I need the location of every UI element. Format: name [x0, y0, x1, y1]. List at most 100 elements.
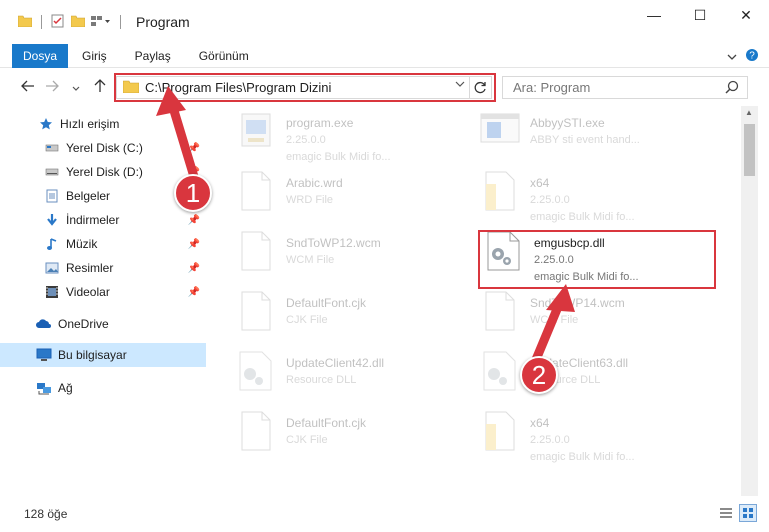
- back-arrow-icon[interactable]: [16, 79, 40, 95]
- sidebar-item-label: Resimler: [66, 261, 114, 275]
- blank-file-icon: [234, 170, 278, 220]
- file-type: Resource DLL: [286, 374, 357, 386]
- pin-icon[interactable]: 📌: [188, 263, 200, 274]
- file-name: DefaultFont.cjk: [286, 296, 367, 310]
- drive-icon: [44, 140, 60, 156]
- tab-share[interactable]: Paylaş: [121, 49, 185, 63]
- cloud-icon: [36, 316, 52, 332]
- close-button[interactable]: ✕: [723, 0, 769, 30]
- minimize-button[interactable]: —: [631, 0, 677, 30]
- pin-icon[interactable]: 📌: [188, 215, 200, 226]
- file-name: DefaultFont.cjk: [286, 416, 367, 430]
- sidebar-item-quick-access[interactable]: Hızlı erişim: [0, 112, 206, 136]
- file-name: AbbyySTI.exe: [530, 116, 605, 130]
- sidebar-item-label: Ağ: [58, 381, 73, 395]
- tiles-view-icon[interactable]: [739, 504, 757, 522]
- pin-icon[interactable]: 📌: [188, 287, 200, 298]
- scroll-up-icon[interactable]: ▲: [745, 108, 753, 117]
- file-name: SndToWP12.wcm: [286, 236, 381, 250]
- divider: [41, 15, 42, 29]
- pin-icon[interactable]: 📌: [188, 239, 200, 250]
- step-marker-2: 2: [520, 356, 558, 394]
- sidebar-item-label: Belgeler: [66, 189, 111, 203]
- file-version: 2.25.0.0: [286, 134, 326, 146]
- recent-locations-icon[interactable]: [64, 79, 88, 95]
- computer-icon: [36, 347, 52, 363]
- documents-icon: [44, 188, 60, 204]
- file-item[interactable]: SndToWP12.wcm WCM File: [234, 230, 474, 286]
- file-description: emagic Bulk Midi fo...: [286, 151, 391, 163]
- file-type: ABBY sti event hand...: [530, 134, 640, 146]
- file-item[interactable]: UpdateClient42.dll Resource DLL: [234, 350, 474, 406]
- expand-ribbon-icon[interactable]: [727, 50, 737, 64]
- new-folder-icon[interactable]: [70, 15, 86, 30]
- navigation-pane: Hızlı erişim Yerel Disk (C:) 📌 Yerel Dis…: [0, 106, 206, 496]
- customize-toolbar-icon[interactable]: [91, 15, 111, 30]
- sidebar-item-onedrive[interactable]: OneDrive: [0, 312, 206, 336]
- file-list: program.exe 2.25.0.0 emagic Bulk Midi fo…: [206, 106, 741, 496]
- status-bar: 128 öğe: [0, 496, 769, 532]
- folder-file-icon: [478, 170, 522, 220]
- file-item[interactable]: DefaultFont.cjk CJK File: [234, 410, 474, 466]
- file-item[interactable]: x64 2.25.0.0 emagic Bulk Midi fo...: [478, 170, 718, 226]
- exe-window-icon: [478, 110, 522, 160]
- file-item[interactable]: program.exe 2.25.0.0 emagic Bulk Midi fo…: [234, 110, 474, 166]
- file-highlight: [478, 230, 716, 289]
- file-name: Arabic.wrd: [286, 176, 343, 190]
- tab-view[interactable]: Görünüm: [185, 49, 263, 63]
- search-box[interactable]: [502, 76, 748, 99]
- video-icon: [44, 284, 60, 300]
- sidebar-item-label: Yerel Disk (C:): [66, 141, 143, 155]
- details-view-icon[interactable]: [717, 504, 735, 522]
- ribbon-tabs: Dosya Giriş Paylaş Görünüm ?: [0, 43, 769, 68]
- folder-icon: [17, 15, 33, 30]
- file-type: CJK File: [286, 314, 328, 326]
- pictures-icon: [44, 260, 60, 276]
- exe-icon: [234, 110, 278, 160]
- ribbon-right-controls: ?: [727, 48, 759, 65]
- item-count: 128 öğe: [24, 507, 68, 521]
- tab-file[interactable]: Dosya: [12, 43, 68, 68]
- blank-file-icon: [234, 410, 278, 460]
- vertical-scrollbar[interactable]: ▲: [741, 106, 758, 496]
- up-arrow-icon[interactable]: [88, 78, 112, 96]
- forward-arrow-icon[interactable]: [40, 79, 64, 95]
- tab-home[interactable]: Giriş: [68, 49, 121, 63]
- sidebar-item-label: OneDrive: [58, 317, 109, 331]
- star-icon: [38, 116, 54, 132]
- blank-file-icon: [234, 230, 278, 280]
- sidebar-item-videos[interactable]: Videolar 📌: [0, 280, 206, 304]
- network-icon: [36, 380, 52, 396]
- search-input[interactable]: [513, 80, 713, 95]
- sidebar-item-this-pc[interactable]: Bu bilgisayar: [0, 343, 206, 367]
- file-item[interactable]: x64 2.25.0.0 emagic Bulk Midi fo...: [478, 410, 718, 466]
- file-item[interactable]: Arabic.wrd WRD File: [234, 170, 474, 226]
- file-item[interactable]: DefaultFont.cjk CJK File: [234, 290, 474, 346]
- maximize-button[interactable]: ☐: [677, 0, 723, 30]
- step-marker-1: 1: [174, 174, 212, 212]
- sidebar-item-downloads[interactable]: İndirmeler 📌: [0, 208, 206, 232]
- sidebar-item-network[interactable]: Ağ: [0, 376, 206, 400]
- sidebar-item-music[interactable]: Müzik 📌: [0, 232, 206, 256]
- sidebar-item-label: Bu bilgisayar: [58, 348, 127, 362]
- svg-text:?: ?: [749, 51, 755, 62]
- file-name: UpdateClient42.dll: [286, 356, 385, 370]
- properties-icon[interactable]: [51, 14, 65, 31]
- sidebar-item-local-disk-c[interactable]: Yerel Disk (C:) 📌: [0, 136, 206, 160]
- address-bar-highlight: [114, 73, 496, 102]
- view-switcher: [717, 504, 757, 522]
- help-icon[interactable]: ?: [745, 48, 759, 65]
- dll-gear-icon: [478, 350, 522, 400]
- sidebar-item-pictures[interactable]: Resimler 📌: [0, 256, 206, 280]
- scrollbar-thumb[interactable]: [744, 124, 755, 176]
- file-description: emagic Bulk Midi fo...: [530, 211, 635, 223]
- search-icon[interactable]: [725, 80, 739, 97]
- file-item[interactable]: UpdateClient63.dll Resource DLL: [478, 350, 718, 406]
- file-item[interactable]: AbbyySTI.exe ABBY sti event hand...: [478, 110, 718, 166]
- file-item[interactable]: SndToWP14.wcm WCM File: [478, 290, 718, 346]
- file-type: WCM File: [286, 254, 335, 266]
- sidebar-item-local-disk-d[interactable]: Yerel Disk (D:) 📌: [0, 160, 206, 184]
- file-type: WRD File: [286, 194, 334, 206]
- pin-icon[interactable]: 📌: [188, 143, 200, 154]
- download-icon: [44, 212, 60, 228]
